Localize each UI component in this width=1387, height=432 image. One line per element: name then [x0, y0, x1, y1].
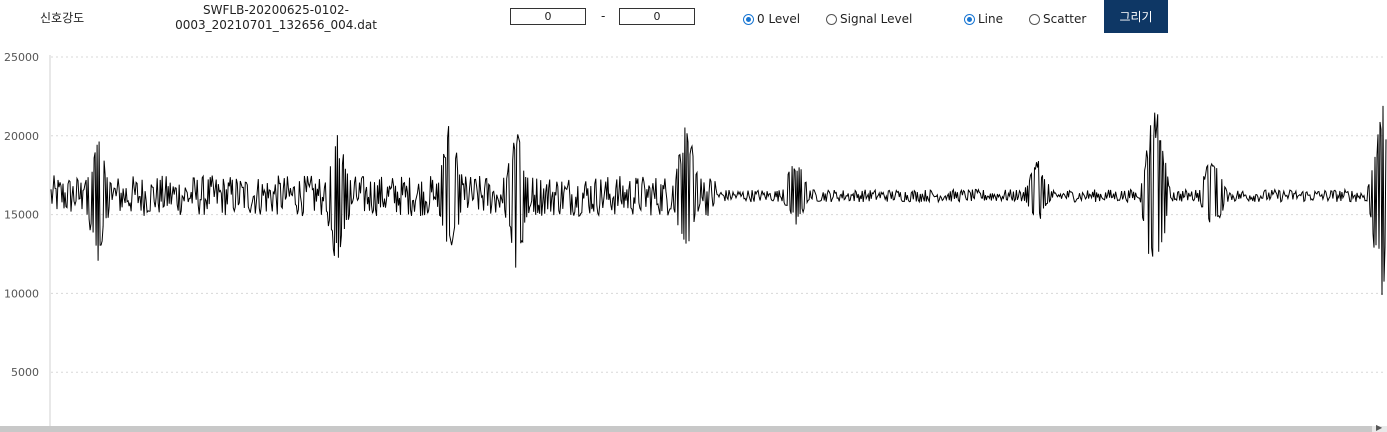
radio-unselected-icon[interactable]: [826, 13, 837, 25]
y-tick-label: 5000: [11, 366, 39, 379]
radio-unselected-icon[interactable]: [1029, 13, 1040, 25]
grid-layer: [51, 56, 1386, 373]
horizontal-scrollbar[interactable]: ▶: [0, 423, 1387, 432]
file-name-line-2: 0003_20210701_132656_004.dat: [175, 18, 377, 32]
signal-chart: 5000 10000 15000 20000 25000: [4, 51, 1387, 426]
range-separator: -: [601, 9, 606, 23]
y-tick-label: 15000: [4, 209, 39, 222]
zero-level-label: 0 Level: [757, 12, 801, 26]
signal-level-radio[interactable]: Signal Level: [826, 12, 912, 26]
signal-strength-label: 신호강도: [40, 11, 85, 25]
scatter-plot-label: Scatter: [1043, 12, 1087, 26]
scroll-right-arrow-icon[interactable]: ▶: [1376, 423, 1382, 432]
range-end-input[interactable]: [619, 8, 695, 25]
line-plot-label: Line: [978, 12, 1004, 26]
line-plot-radio[interactable]: Line: [964, 12, 1003, 26]
y-tick-label: 20000: [4, 130, 39, 143]
file-name: SWFLB-20200625-0102- 0003_20210701_13265…: [160, 3, 392, 33]
draw-button[interactable]: 그리기: [1104, 0, 1168, 33]
zero-level-radio[interactable]: 0 Level: [743, 12, 800, 26]
scrollbar-thumb[interactable]: [0, 426, 1372, 432]
file-name-line-1: SWFLB-20200625-0102-: [203, 3, 349, 17]
y-tick-label: 25000: [4, 51, 39, 64]
y-tick-label: 10000: [4, 287, 39, 300]
signal-level-label: Signal Level: [840, 12, 913, 26]
scatter-plot-radio[interactable]: Scatter: [1029, 12, 1086, 26]
range-start-input[interactable]: [510, 8, 586, 25]
radio-selected-icon[interactable]: [743, 13, 754, 25]
signal-series-line: [50, 105, 1387, 296]
radio-selected-icon[interactable]: [964, 13, 975, 25]
y-tick-layer: 5000 10000 15000 20000 25000: [4, 51, 39, 379]
